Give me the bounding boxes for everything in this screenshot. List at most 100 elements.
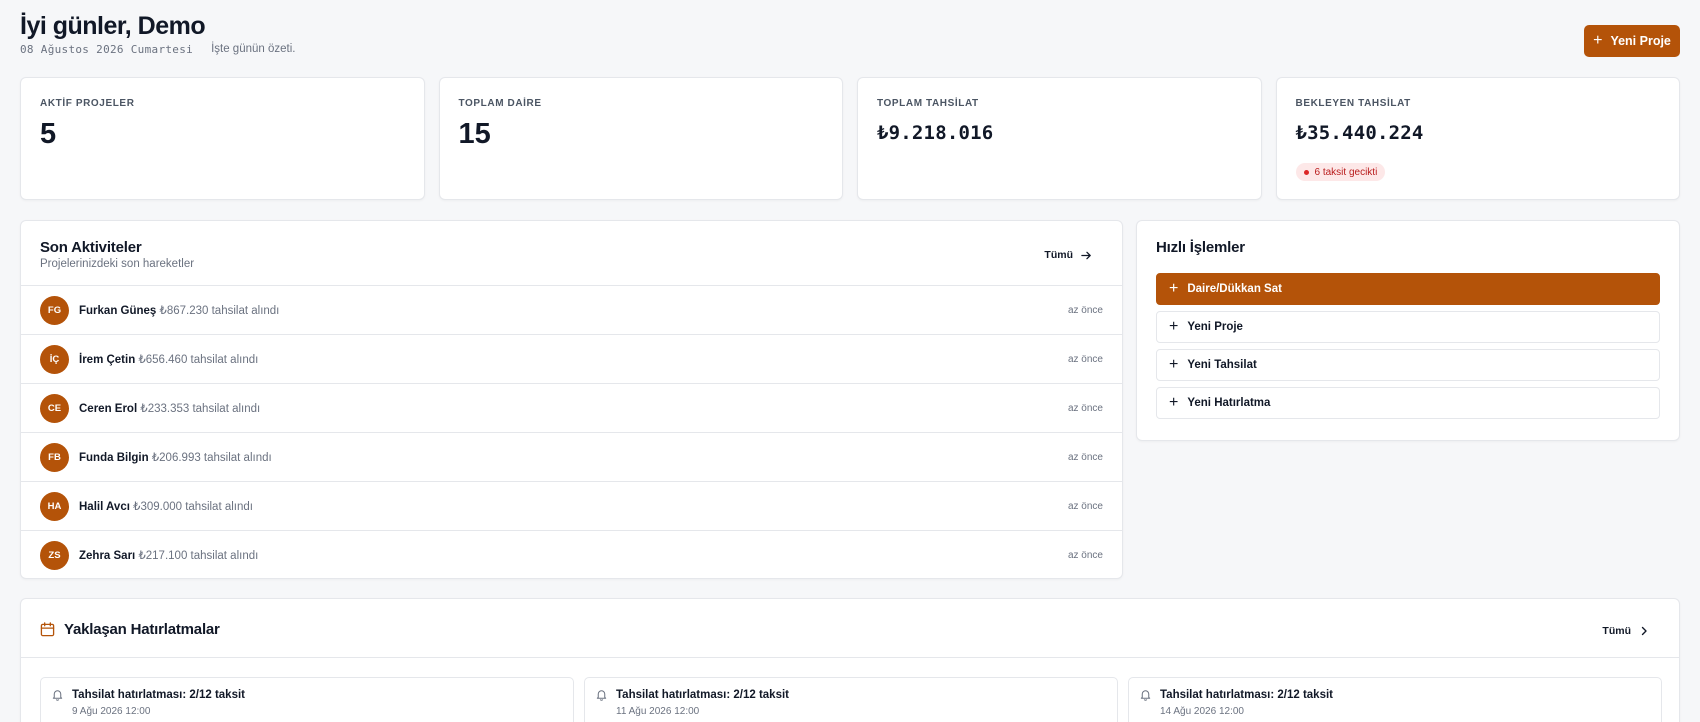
activity-text: Halil Avcı ₺309.000 tahsilat alındı <box>79 499 253 513</box>
reminder-list: Tahsilat hatırlatması: 2/12 taksit 9 Ağu… <box>40 677 1662 722</box>
reminder-card[interactable]: Tahsilat hatırlatması: 2/12 taksit 14 Ağ… <box>1128 677 1662 722</box>
reminders-all-link[interactable]: Tümü <box>1602 625 1649 637</box>
reminder-date: 11 Ağu 2026 12:00 <box>616 706 700 717</box>
activity-time: az önce <box>1067 500 1103 512</box>
new-collection-button[interactable]: + Yeni Tahsilat <box>1156 349 1660 381</box>
avatar: ZS <box>40 540 69 570</box>
avatar: HA <box>40 491 69 521</box>
sell-unit-button[interactable]: + Daire/Dükkan Sat <box>1156 273 1660 305</box>
activity-detail: ₺206.993 tahsilat alındı <box>151 452 272 464</box>
quick-new-project-button[interactable]: + Yeni Proje <box>1156 311 1660 343</box>
all-label: Tümü <box>1044 249 1073 261</box>
activity-detail: ₺309.000 tahsilat alındı <box>133 501 253 513</box>
page-header: İyi günler, Demo 08 Ağustos 2026 Cumarte… <box>20 0 1680 72</box>
panel-title: Son Aktiviteler <box>40 239 142 256</box>
new-project-label: Yeni Proje <box>1610 34 1671 48</box>
new-reminder-button[interactable]: + Yeni Hatırlatma <box>1156 387 1660 419</box>
activity-time: az önce <box>1067 549 1103 561</box>
dashboard: İyi günler, Demo 08 Ağustos 2026 Cumarte… <box>20 0 1680 722</box>
all-label: Tümü <box>1602 625 1631 637</box>
activity-detail: ₺217.100 tahsilat alındı <box>138 550 259 562</box>
avatar: CE <box>40 393 69 423</box>
avatar: FB <box>40 442 69 472</box>
reminder-date: 14 Ağu 2026 12:00 <box>1160 706 1244 717</box>
activity-time: az önce <box>1067 451 1103 463</box>
stats-row: AKTİF PROJELER 5 TOPLAM DAİRE 15 TOPLAM … <box>20 77 1680 200</box>
plus-icon: + <box>1593 32 1603 49</box>
arrow-right-icon <box>1081 251 1091 259</box>
list-item[interactable]: CE Ceren Erol ₺233.353 tahsilat alındı a… <box>21 383 1122 432</box>
reminder-card[interactable]: Tahsilat hatırlatması: 2/12 taksit 9 Ağu… <box>40 677 574 722</box>
activity-name: Halil Avcı <box>79 501 130 513</box>
activity-text: Zehra Sarı ₺217.100 tahsilat alındı <box>79 548 258 562</box>
recent-activities-panel: Son Aktiviteler Projelerinizdeki son har… <box>20 220 1123 579</box>
stat-value: 15 <box>458 118 491 150</box>
bell-icon <box>52 690 63 701</box>
activity-detail: ₺233.353 tahsilat alındı <box>140 403 261 415</box>
activities-all-link[interactable]: Tümü <box>1044 249 1092 261</box>
panel-subtitle: Projelerinizdeki son hareketler <box>40 258 195 270</box>
page-subtitle: 08 Ağustos 2026 Cumartesi İşte günün öze… <box>20 43 295 56</box>
upcoming-reminders-panel: Yaklaşan Hatırlatmalar Tümü Tahsilat hat… <box>20 598 1680 722</box>
activity-name: Funda Bilgin <box>79 452 149 464</box>
quick-action-label: Yeni Hatırlatma <box>1187 397 1271 409</box>
plus-icon: + <box>1169 280 1179 297</box>
quick-actions-list: + Daire/Dükkan Sat + Yeni Proje + Yeni T… <box>1156 273 1660 419</box>
page-title: İyi günler, Demo <box>20 12 206 40</box>
activity-time: az önce <box>1067 402 1103 414</box>
list-item[interactable]: FB Funda Bilgin ₺206.993 tahsilat alındı… <box>21 432 1122 481</box>
avatar: FG <box>40 295 69 325</box>
stat-value: 5 <box>40 118 57 150</box>
reminder-title: Tahsilat hatırlatması: 2/12 taksit <box>1160 689 1333 701</box>
panel-title: Hızlı İşlemler <box>1156 239 1245 256</box>
activity-text: İrem Çetin ₺656.460 tahsilat alındı <box>79 352 258 366</box>
reminder-title: Tahsilat hatırlatması: 2/12 taksit <box>72 689 245 701</box>
plus-icon: + <box>1169 394 1179 411</box>
avatar: İÇ <box>40 344 69 374</box>
activity-detail: ₺656.460 tahsilat alındı <box>138 354 259 366</box>
current-date: 08 Ağustos 2026 Cumartesi <box>20 43 194 56</box>
plus-icon: + <box>1169 318 1179 335</box>
new-project-button[interactable]: + Yeni Proje <box>1584 25 1680 57</box>
stat-card-active-projects: AKTİF PROJELER 5 <box>20 77 425 200</box>
panel-title: Yaklaşan Hatırlatmalar <box>64 621 220 638</box>
reminder-title: Tahsilat hatırlatması: 2/12 taksit <box>616 689 789 701</box>
stat-label: TOPLAM DAİRE <box>458 98 542 109</box>
list-item[interactable]: İÇ İrem Çetin ₺656.460 tahsilat alındı a… <box>21 334 1122 383</box>
reminder-card[interactable]: Tahsilat hatırlatması: 2/12 taksit 11 Ağ… <box>584 677 1118 722</box>
activity-list: FG Furkan Güneş ₺867.230 tahsilat alındı… <box>21 285 1122 579</box>
overdue-badge-text: 6 taksit gecikti <box>1314 166 1378 178</box>
bell-icon <box>1140 690 1151 701</box>
overdue-badge: 6 taksit gecikti <box>1295 163 1386 181</box>
activity-time: az önce <box>1067 353 1103 365</box>
activity-text: Funda Bilgin ₺206.993 tahsilat alındı <box>79 450 272 464</box>
reminder-date: 9 Ağu 2026 12:00 <box>72 706 151 717</box>
activity-time: az önce <box>1067 304 1103 316</box>
activity-name: Ceren Erol <box>79 403 138 415</box>
list-item[interactable]: HA Halil Avcı ₺309.000 tahsilat alındı a… <box>21 481 1122 530</box>
stat-value: ₺35.440.224 <box>1295 122 1424 144</box>
list-item[interactable]: ZS Zehra Sarı ₺217.100 tahsilat alındı a… <box>21 530 1122 579</box>
stat-card-total-units: TOPLAM DAİRE 15 <box>438 77 843 200</box>
activity-name: İrem Çetin <box>79 354 136 366</box>
alert-dot-icon <box>1303 169 1309 175</box>
quick-actions-panel: Hızlı İşlemler + Daire/Dükkan Sat + Yeni… <box>1136 220 1680 441</box>
activity-text: Furkan Güneş ₺867.230 tahsilat alındı <box>79 303 279 317</box>
stat-card-total-collection: TOPLAM TAHSİLAT ₺9.218.016 <box>857 77 1262 200</box>
summary-text: İşte günün özeti. <box>211 43 296 55</box>
activity-name: Furkan Güneş <box>79 305 157 317</box>
stat-label: BEKLEYEN TAHSİLAT <box>1295 98 1411 109</box>
quick-action-label: Yeni Proje <box>1187 321 1243 333</box>
stat-label: TOPLAM TAHSİLAT <box>877 98 979 109</box>
stat-value: ₺9.218.016 <box>877 122 994 144</box>
plus-icon: + <box>1169 356 1179 373</box>
activity-text: Ceren Erol ₺233.353 tahsilat alındı <box>79 401 260 415</box>
quick-action-label: Yeni Tahsilat <box>1187 359 1257 371</box>
activity-detail: ₺867.230 tahsilat alındı <box>159 305 280 317</box>
activity-name: Zehra Sarı <box>79 550 136 562</box>
list-item[interactable]: FG Furkan Güneş ₺867.230 tahsilat alındı… <box>21 285 1122 334</box>
quick-action-label: Daire/Dükkan Sat <box>1187 283 1282 295</box>
chevron-right-icon <box>1641 626 1647 636</box>
reminders-header: Yaklaşan Hatırlatmalar Tümü <box>21 599 1679 658</box>
calendar-icon <box>40 622 55 637</box>
